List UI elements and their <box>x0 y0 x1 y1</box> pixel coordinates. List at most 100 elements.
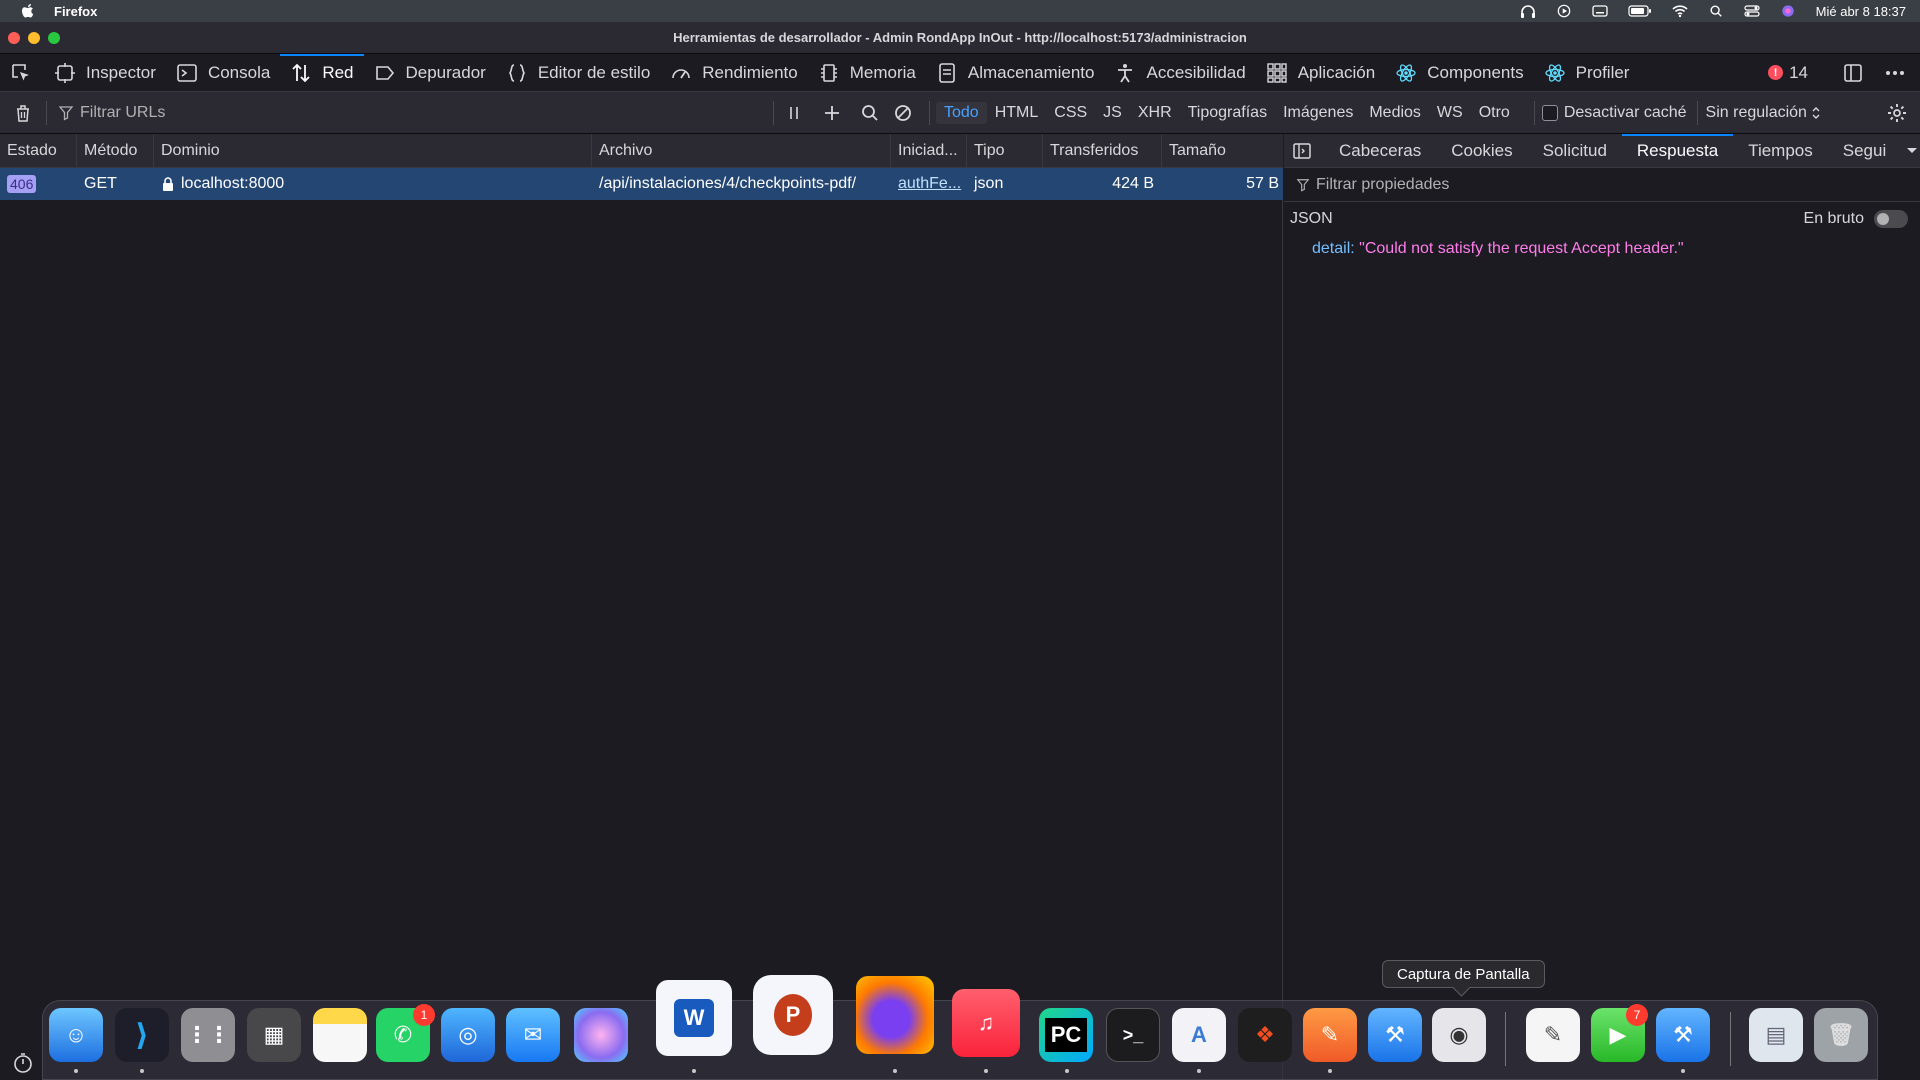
screenshot-icon[interactable]: ◉ <box>1432 1008 1486 1062</box>
network-icon <box>292 63 310 82</box>
trash-bin-icon[interactable]: 🗑 <box>1814 1008 1868 1062</box>
tab-response[interactable]: Respuesta <box>1621 134 1734 167</box>
notes-icon[interactable] <box>313 1008 367 1062</box>
filter-type-html[interactable]: HTML <box>987 102 1047 124</box>
figma-icon[interactable]: ❖ <box>1238 1008 1292 1062</box>
block-icon[interactable] <box>893 103 913 123</box>
calculator-icon[interactable]: ▦ <box>247 1008 301 1062</box>
filter-type-media[interactable]: Medios <box>1361 102 1429 124</box>
firefox-icon[interactable] <box>856 976 934 1054</box>
android-studio-icon[interactable]: A <box>1172 1008 1226 1062</box>
tab-headers[interactable]: Cabeceras <box>1324 134 1436 167</box>
filter-type-other[interactable]: Otro <box>1471 102 1518 124</box>
column-header-status[interactable]: Estado <box>0 134 77 168</box>
textedit-icon[interactable]: ✎ <box>1526 1008 1580 1062</box>
column-header-domain[interactable]: Dominio <box>154 134 592 168</box>
filter-type-js[interactable]: JS <box>1095 102 1130 124</box>
vscode-icon[interactable]: ⟩ <box>115 1008 169 1062</box>
stopwatch-icon[interactable] <box>12 1052 34 1074</box>
word-icon[interactable]: W <box>656 980 732 1056</box>
toolbar-divider <box>929 100 930 125</box>
filter-type-xhr[interactable]: XHR <box>1130 102 1180 124</box>
tab-accessibility[interactable]: Accesibilidad <box>1104 54 1255 92</box>
tab-memory[interactable]: Memoria <box>808 54 926 92</box>
column-header-initiator[interactable]: Iniciad... <box>891 134 967 168</box>
overflow-tabs-chevron-icon[interactable] <box>1906 146 1918 156</box>
search-icon[interactable] <box>860 103 880 123</box>
pause-icon[interactable] <box>784 103 804 123</box>
tab-inspector[interactable]: Inspector <box>44 54 166 92</box>
trash-icon[interactable] <box>13 103 33 123</box>
play-circle-icon[interactable] <box>1556 4 1572 18</box>
error-count-badge[interactable]: ! 14 <box>1768 63 1808 83</box>
toggle-sidebar-icon[interactable] <box>1292 141 1312 161</box>
filter-type-all[interactable]: Todo <box>936 101 987 124</box>
tab-request[interactable]: Solicitud <box>1528 134 1622 167</box>
filter-type-css[interactable]: CSS <box>1046 102 1095 124</box>
close-window-button[interactable] <box>8 32 20 44</box>
raw-toggle-switch[interactable] <box>1874 210 1908 228</box>
mail-icon[interactable]: ✉ <box>506 1008 560 1062</box>
tab-debugger[interactable]: Depurador <box>364 54 496 92</box>
documents-folder-icon[interactable]: ▤ <box>1749 1008 1803 1062</box>
powerpoint-icon[interactable]: P <box>753 975 833 1055</box>
column-header-method[interactable]: Método <box>77 134 154 168</box>
xcode-icon[interactable]: ⚒ <box>1656 1008 1710 1062</box>
updown-chevron-icon <box>1812 106 1820 119</box>
headphones-icon[interactable] <box>1520 4 1536 18</box>
pycharm-icon[interactable]: PC <box>1039 1008 1093 1062</box>
finder-icon[interactable]: ☺ <box>49 1008 103 1062</box>
tab-react-components[interactable]: Components <box>1385 54 1533 92</box>
disable-cache-checkbox[interactable]: Desactivar caché <box>1541 104 1687 122</box>
filter-type-fonts[interactable]: Tipografías <box>1180 102 1275 124</box>
menubar-clock[interactable]: Mié abr 8 18:37 <box>1816 4 1906 19</box>
xcode-instruments-icon[interactable]: ⚒ <box>1368 1008 1422 1062</box>
plus-icon[interactable] <box>822 103 842 123</box>
music-icon[interactable]: ♫ <box>952 989 1020 1057</box>
zoom-window-button[interactable] <box>48 32 60 44</box>
control-center-icon[interactable] <box>1744 4 1760 18</box>
postman-icon[interactable]: ✎ <box>1303 1008 1357 1062</box>
tab-storage[interactable]: Almacenamiento <box>926 54 1105 92</box>
spotlight-search-icon[interactable] <box>1708 4 1724 18</box>
tab-react-profiler[interactable]: Profiler <box>1534 54 1640 92</box>
column-header-transferred[interactable]: Transferidos <box>1043 134 1162 168</box>
battery-icon[interactable] <box>1628 4 1652 18</box>
memory-icon <box>820 63 837 82</box>
window-title: Herramientas de desarrollador - Admin Ro… <box>673 30 1247 45</box>
gear-icon[interactable] <box>1886 102 1908 124</box>
tab-application[interactable]: Aplicación <box>1256 54 1386 92</box>
filter-type-images[interactable]: Imágenes <box>1275 102 1361 124</box>
running-indicator <box>984 1069 988 1073</box>
cell-initiator-link[interactable]: authFe... <box>891 168 967 200</box>
menubar-app-name[interactable]: Firefox <box>54 4 97 19</box>
filter-properties-input[interactable]: Filtrar propiedades <box>1284 168 1920 202</box>
tab-network[interactable]: Red <box>280 53 364 92</box>
dock-side-button[interactable] <box>1828 54 1878 92</box>
throttling-select[interactable]: Sin regulación <box>1706 104 1821 122</box>
tab-console[interactable]: Consola <box>166 54 280 92</box>
safari-icon[interactable]: ◎ <box>441 1008 495 1062</box>
element-picker-button[interactable] <box>0 54 44 92</box>
tab-style-editor[interactable]: Editor de estilo <box>496 54 660 92</box>
siri-icon[interactable] <box>1780 4 1796 18</box>
tab-security-truncated[interactable]: Segui <box>1828 134 1890 167</box>
filter-type-ws[interactable]: WS <box>1429 102 1471 124</box>
siri-app-icon[interactable] <box>574 1008 628 1062</box>
tab-cookies[interactable]: Cookies <box>1436 134 1527 167</box>
table-row[interactable]: 406 GET localhost:8000 /api/instalacione… <box>0 168 1283 200</box>
filter-urls-input[interactable]: Filtrar URLs <box>58 104 768 122</box>
column-header-type[interactable]: Tipo <box>967 134 1043 168</box>
tab-performance[interactable]: Rendimiento <box>660 54 807 92</box>
launchpad-icon[interactable]: ⋮⋮ <box>181 1008 235 1062</box>
tab-timings[interactable]: Tiempos <box>1733 134 1828 167</box>
keyboard-icon[interactable] <box>1592 4 1608 18</box>
column-header-size[interactable]: Tamaño <box>1162 134 1283 168</box>
more-options-button[interactable] <box>1878 54 1920 92</box>
json-property-row[interactable]: detail: "Could not satisfy the request A… <box>1284 236 1920 262</box>
terminal-icon[interactable]: >_ <box>1106 1008 1160 1062</box>
wifi-icon[interactable] <box>1672 4 1688 18</box>
apple-icon[interactable] <box>20 3 36 19</box>
minimize-window-button[interactable] <box>28 32 40 44</box>
column-header-file[interactable]: Archivo <box>592 134 891 168</box>
